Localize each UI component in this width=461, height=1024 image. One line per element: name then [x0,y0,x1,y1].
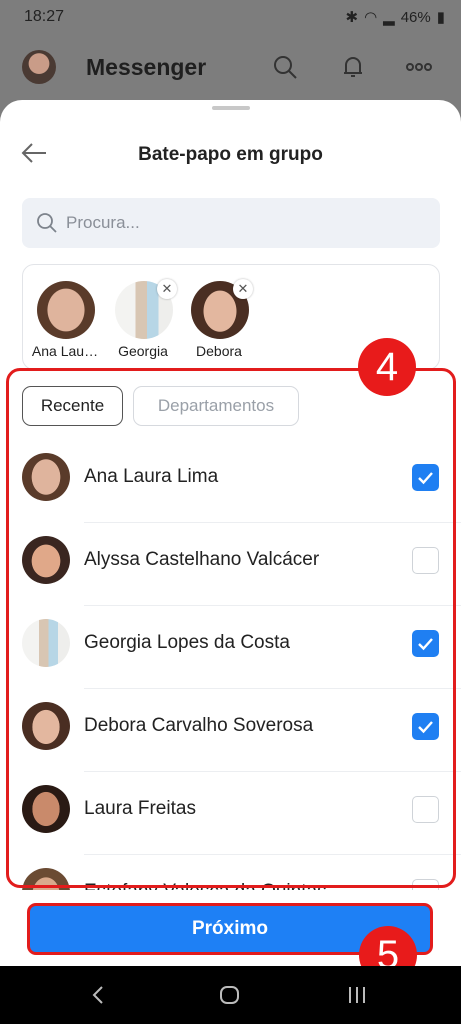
list-item[interactable]: Laura Freitas [0,772,461,855]
group-chat-sheet: Bate-papo em grupo Ana Lau… ✕ Georgia ✕ [0,100,461,984]
selected-participant-name: Ana Lau… [31,343,99,359]
avatar [22,536,70,584]
search-icon [37,213,57,233]
checkmark-icon [418,721,433,734]
more-icon[interactable] [406,54,432,80]
avatar [22,785,70,833]
list-item[interactable]: Ana Laura Lima [0,440,461,523]
checkbox[interactable] [412,630,439,657]
selected-participant[interactable]: ✕ Debora [181,279,257,365]
selected-participant[interactable]: ✕ Georgia [105,279,181,365]
list-item[interactable]: Estefany Valesca da Quintas [0,855,461,890]
checkbox[interactable] [412,464,439,491]
avatar[interactable] [22,50,56,84]
signal-icon: ▂ [383,9,395,26]
list-item[interactable]: Debora Carvalho Soverosa [0,689,461,772]
bluetooth-icon: ✱ [345,9,359,26]
contact-name: Laura Freitas [84,798,196,819]
screen: 18:27 ✱ ◠ ▂ 46% ▮ Messenger Bate-papo em… [0,0,461,1024]
status-time: 18:27 [24,8,65,25]
avatar [37,281,95,339]
contact-name: Alyssa Castelhano Valcácer [84,549,320,570]
avatar [22,453,70,501]
recent-apps-icon[interactable] [344,982,370,1008]
app-header: Messenger [0,34,461,100]
status-icons: ✱ ◠ ▂ 46% ▮ [345,8,445,27]
status-bar: 18:27 ✱ ◠ ▂ 46% ▮ [0,0,461,34]
battery-icon: ▮ [436,9,445,26]
drag-handle[interactable] [212,106,250,110]
annotation-step-badge: 4 [358,338,416,396]
back-icon[interactable] [86,982,112,1008]
home-icon[interactable] [217,982,243,1008]
avatar [22,619,70,667]
list-item[interactable]: Alyssa Castelhano Valcácer [0,523,461,606]
bell-icon[interactable] [340,54,366,80]
checkbox[interactable] [412,879,439,890]
checkbox[interactable] [412,796,439,823]
search-icon[interactable] [272,54,298,80]
checkmark-icon [418,638,433,651]
avatar [22,702,70,750]
contact-name: Ana Laura Lima [84,466,219,487]
search-input[interactable] [66,198,426,248]
remove-icon[interactable]: ✕ [233,279,253,299]
contact-list: Ana Laura Lima Alyssa Castelhano Valcáce… [0,440,461,890]
navigation-bar [0,966,461,1024]
tab-recent[interactable]: Recente [22,386,123,426]
search-bar [22,198,440,248]
selected-participant-name: Georgia [118,343,168,359]
contact-name: Debora Carvalho Soverosa [84,715,314,736]
checkmark-icon [418,472,433,485]
contact-name: Georgia Lopes da Costa [84,632,290,653]
checkbox[interactable] [412,547,439,574]
selected-participant-name: Debora [196,343,242,359]
tab-departments[interactable]: Departamentos [133,386,299,426]
app-title: Messenger [86,54,207,80]
avatar [22,868,70,890]
list-item[interactable]: Georgia Lopes da Costa [0,606,461,689]
contact-name: Estefany Valesca da Quintas [84,881,327,890]
selected-participant[interactable]: Ana Lau… [27,279,103,365]
battery-level: 46% [400,8,431,26]
wifi-icon: ◠ [364,9,378,26]
page-title: Bate-papo em grupo [138,144,323,165]
remove-icon[interactable]: ✕ [157,279,177,299]
checkbox[interactable] [412,713,439,740]
